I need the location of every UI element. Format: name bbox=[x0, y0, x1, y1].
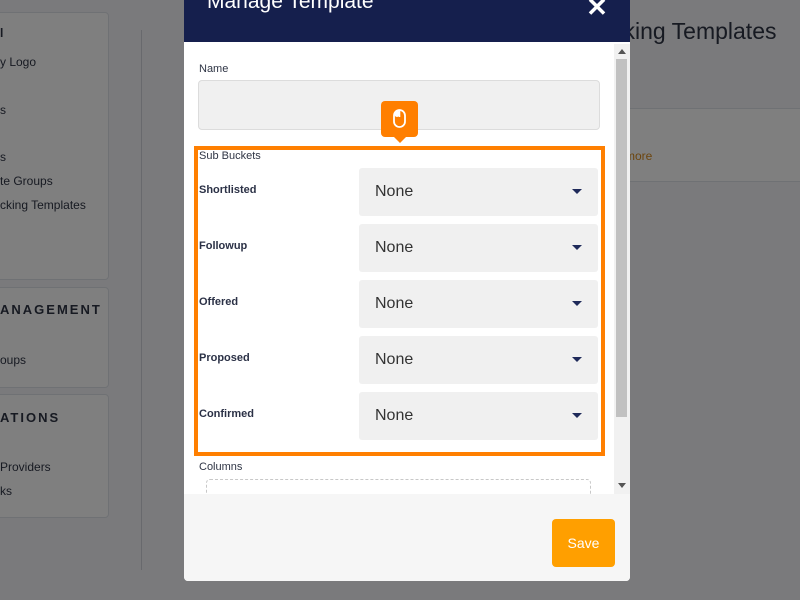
caret-down-icon bbox=[572, 357, 582, 362]
caret-down-icon bbox=[572, 189, 582, 194]
bucket-row-followup: Followup None bbox=[184, 224, 630, 272]
modal-header: Manage Template ✕ bbox=[184, 0, 630, 42]
close-icon[interactable]: ✕ bbox=[584, 0, 610, 20]
bucket-label: Offered bbox=[199, 296, 239, 308]
confirmed-select[interactable]: None bbox=[359, 392, 598, 440]
proposed-select[interactable]: None bbox=[359, 336, 598, 384]
followup-select[interactable]: None bbox=[359, 224, 598, 272]
caret-down-icon bbox=[572, 413, 582, 418]
columns-label: Columns bbox=[199, 461, 243, 473]
select-value: None bbox=[375, 407, 414, 424]
bucket-row-proposed: Proposed None bbox=[184, 336, 630, 384]
bucket-row-confirmed: Confirmed None bbox=[184, 392, 630, 440]
select-value: None bbox=[375, 295, 414, 312]
select-value: None bbox=[375, 351, 414, 368]
caret-down-icon bbox=[572, 301, 582, 306]
bucket-row-shortlisted: Shortlisted None bbox=[184, 168, 630, 216]
scroll-down-icon[interactable] bbox=[618, 483, 626, 488]
select-value: None bbox=[375, 239, 414, 256]
name-label: Name bbox=[199, 63, 229, 75]
mouse-click-marker bbox=[381, 101, 418, 143]
bucket-label: Proposed bbox=[199, 352, 250, 364]
select-value: None bbox=[375, 183, 414, 200]
modal-scrollbar[interactable] bbox=[614, 44, 630, 494]
scroll-up-icon[interactable] bbox=[618, 49, 626, 54]
mouse-icon bbox=[393, 109, 406, 128]
modal-footer: Save bbox=[184, 494, 630, 581]
sub-buckets-label: Sub Buckets bbox=[199, 150, 261, 162]
bucket-row-offered: Offered None bbox=[184, 280, 630, 328]
modal-title: Manage Template bbox=[207, 0, 374, 13]
scroll-thumb[interactable] bbox=[616, 59, 627, 417]
caret-down-icon bbox=[572, 245, 582, 250]
shortlisted-select[interactable]: None bbox=[359, 168, 598, 216]
manage-template-modal: Manage Template ✕ Name Sub Buckets Short… bbox=[184, 0, 630, 581]
bucket-label: Confirmed bbox=[199, 408, 254, 420]
save-button[interactable]: Save bbox=[552, 519, 615, 567]
bucket-label: Followup bbox=[199, 240, 248, 252]
offered-select[interactable]: None bbox=[359, 280, 598, 328]
bucket-label: Shortlisted bbox=[199, 184, 257, 196]
columns-dropzone[interactable] bbox=[206, 479, 591, 494]
